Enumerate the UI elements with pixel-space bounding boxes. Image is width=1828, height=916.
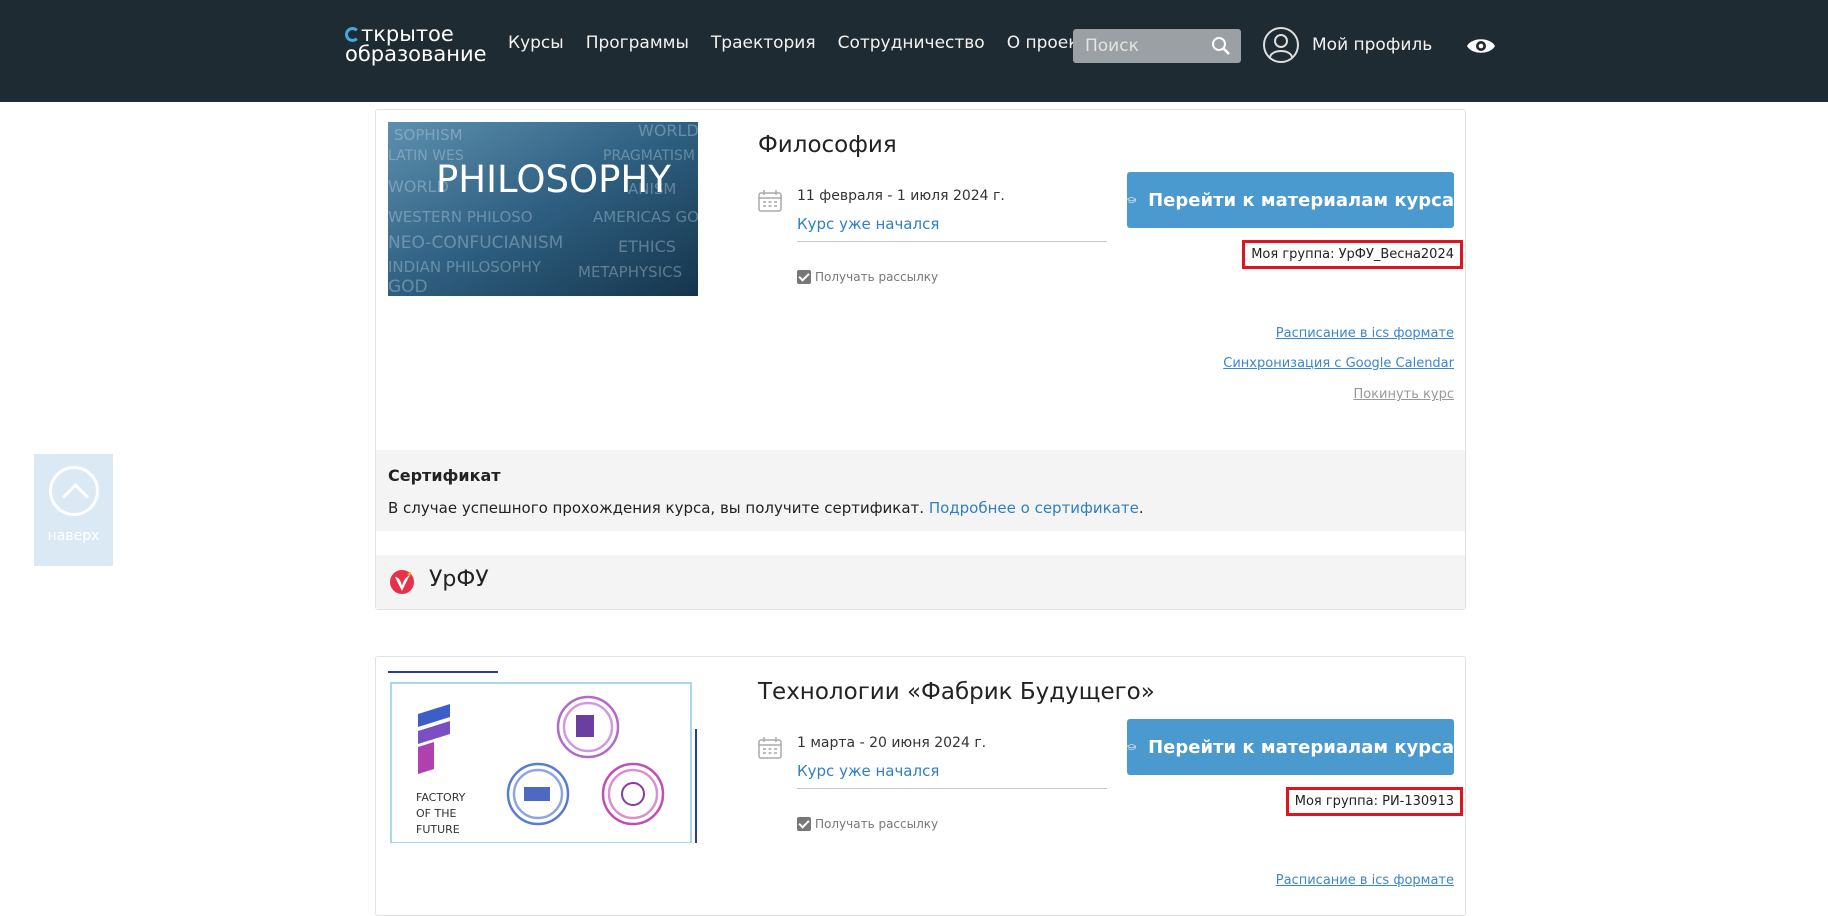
svg-text:NEO-CONFUCIANISM: NEO-CONFUCIANISM: [388, 233, 563, 253]
urfu-logo-icon[interactable]: [389, 569, 415, 595]
divider: [797, 788, 1107, 789]
svg-text:AMERICAS GOD: AMERICAS GOD: [593, 208, 698, 226]
course-status: Курс уже начался: [797, 215, 940, 233]
certificate-title: Сертификат: [388, 466, 501, 485]
user-avatar-icon: [1263, 27, 1299, 63]
course-dates: 11 февраля - 1 июля 2024 г.: [797, 188, 1005, 204]
university-name[interactable]: УрФУ: [429, 567, 489, 592]
course-title[interactable]: Философия: [758, 132, 897, 158]
google-calendar-sync-link[interactable]: Синхронизация с Google Calendar: [1223, 356, 1454, 371]
course-status: Курс уже начался: [797, 762, 940, 780]
thumb-text-2: OF THE: [416, 807, 456, 820]
nav-cooperation[interactable]: Сотрудничество: [838, 33, 985, 57]
checkbox-checked-icon[interactable]: [797, 817, 811, 831]
thumb-text-1: FACTORY: [416, 791, 466, 804]
search-icon[interactable]: [1211, 36, 1231, 56]
checkbox-checked-icon[interactable]: [797, 270, 811, 284]
course-dates: 1 марта - 20 июня 2024 г.: [797, 735, 987, 751]
svg-text:INDIAN PHILOSOPHY: INDIAN PHILOSOPHY: [388, 258, 542, 276]
calendar-icon: [758, 190, 782, 212]
go-to-course-button[interactable]: Перейти к материалам курса: [1127, 172, 1454, 228]
main-nav: Курсы Программы Траектория Сотрудничеств…: [508, 33, 1099, 57]
svg-text:WESTERN PHILOSO: WESTERN PHILOSO: [388, 208, 533, 226]
site-logo[interactable]: ткрытое образование: [345, 24, 487, 68]
svg-text:METAPHYSICS: METAPHYSICS: [578, 263, 682, 281]
search-input[interactable]: [1073, 29, 1205, 63]
back-to-top-button[interactable]: наверх: [34, 454, 113, 566]
certificate-text: В случае успешного прохождения курса, вы…: [388, 499, 1144, 517]
svg-text:WORLD: WORLD: [638, 122, 698, 140]
mailing-checkbox[interactable]: Получать рассылку: [797, 270, 938, 284]
top-header: ткрытое образование Курсы Программы Трае…: [0, 0, 1828, 102]
divider: [797, 241, 1107, 242]
nav-courses[interactable]: Курсы: [508, 33, 564, 57]
my-group-label: Моя группа: РИ-130913: [1285, 787, 1463, 816]
certificate-section: Сертификат В случае успешного прохождени…: [376, 450, 1465, 531]
my-group-label: Моя группа: УрФУ_Весна2024: [1242, 240, 1463, 269]
leave-course-link[interactable]: Покинуть курс: [1353, 387, 1454, 402]
certificate-more-link[interactable]: Подробнее о сертификате: [929, 499, 1139, 517]
nav-programs[interactable]: Программы: [586, 33, 689, 57]
course-card: SOPHISM WORLD LATIN WES PRAGMATISM WORLD…: [375, 109, 1466, 610]
course-thumbnail[interactable]: FACTORY OF THE FUTURE: [388, 669, 698, 843]
graduation-cap-icon: [1127, 743, 1137, 751]
logo-ring-icon: [345, 27, 360, 42]
search-box: [1073, 29, 1241, 63]
accessibility-eye-icon[interactable]: [1466, 34, 1496, 58]
calendar-icon: [758, 737, 782, 759]
profile-menu[interactable]: Мой профиль: [1262, 25, 1432, 65]
thumb-title: PHILOSOPHY: [436, 158, 671, 201]
nav-trajectory[interactable]: Траектория: [711, 33, 816, 57]
course-title[interactable]: Технологии «Фабрик Будущего»: [758, 679, 1155, 705]
arrow-up-icon: [48, 466, 99, 516]
schedule-ics-link[interactable]: Расписание в ics формате: [1276, 326, 1454, 341]
course-card: FACTORY OF THE FUTURE Технологии «Фабрик…: [375, 656, 1466, 916]
go-to-course-button[interactable]: Перейти к материалам курса: [1127, 719, 1454, 775]
svg-text:GOD: GOD: [388, 277, 428, 296]
thumb-text-3: FUTURE: [416, 823, 460, 836]
svg-text:ETHICS: ETHICS: [618, 237, 676, 256]
mailing-checkbox[interactable]: Получать рассылку: [797, 817, 938, 831]
course-thumbnail[interactable]: SOPHISM WORLD LATIN WES PRAGMATISM WORLD…: [388, 122, 698, 296]
graduation-cap-icon: [1127, 196, 1137, 204]
schedule-ics-link[interactable]: Расписание в ics формате: [1276, 873, 1454, 888]
profile-label: Мой профиль: [1312, 35, 1433, 55]
university-section: УрФУ: [376, 555, 1465, 609]
svg-text:SOPHISM: SOPHISM: [394, 126, 463, 144]
